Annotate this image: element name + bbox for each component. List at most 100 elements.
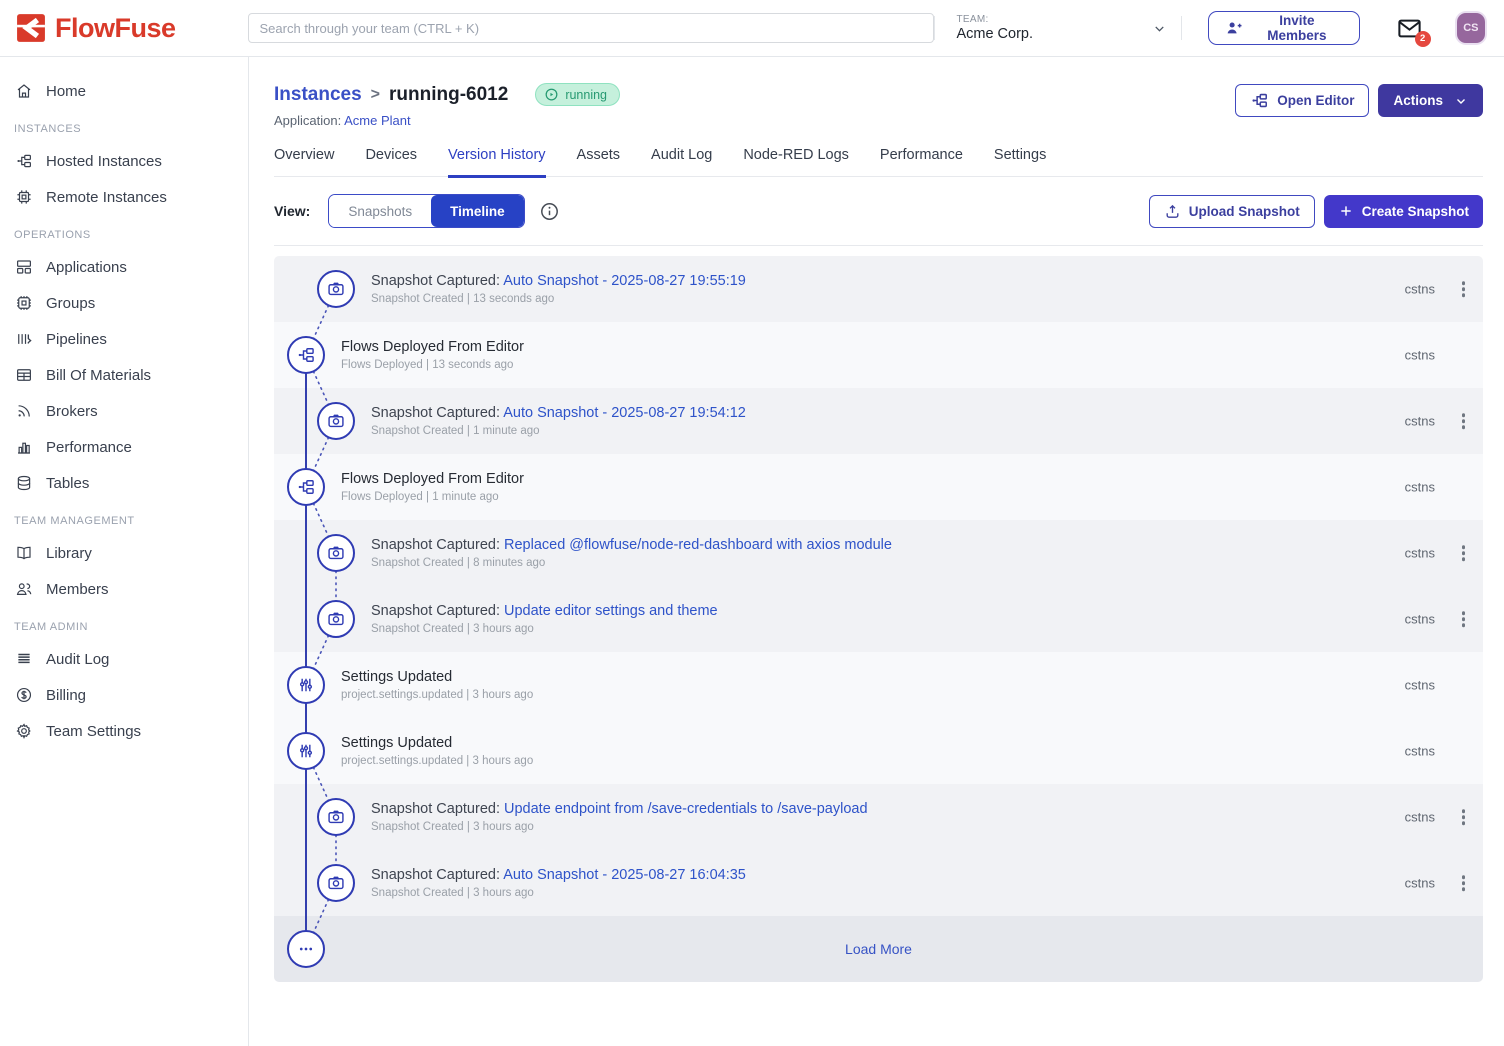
tab-performance[interactable]: Performance [880,147,963,178]
sidebar-section-header: TEAM MANAGEMENT [0,501,248,535]
tab-assets[interactable]: Assets [577,147,621,178]
timeline-load-more-row: Load More [274,916,1483,982]
snapshot-link[interactable]: Auto Snapshot - 2025-08-27 19:54:12 [503,405,746,421]
tab-devices[interactable]: Devices [365,147,417,178]
ellipsis-icon [287,930,325,968]
sidebar-item-label: Members [46,581,109,598]
sidebar-item-label: Bill Of Materials [46,367,151,384]
timeline-row-subtext: Snapshot Created | 3 hours ago [371,887,1483,899]
kebab-menu-icon[interactable] [1458,871,1470,895]
snapshot-link[interactable]: Update editor settings and theme [504,603,718,619]
create-snapshot-button[interactable]: Create Snapshot [1324,195,1483,228]
sidebar-section-header: TEAM ADMIN [0,607,248,641]
snapshot-captured-prefix: Snapshot Captured: [371,603,504,619]
upload-snapshot-button[interactable]: Upload Snapshot [1149,195,1315,228]
sidebar-item-home[interactable]: Home [0,73,248,109]
sidebar-item-label: Billing [46,687,86,704]
kebab-menu-icon[interactable] [1458,541,1470,565]
view-bar: View: SnapshotsTimeline Upload Snapshot … [274,177,1483,246]
avatar[interactable]: CS [1457,13,1485,43]
sidebar-item-bill-of-materials[interactable]: Bill Of Materials [0,357,248,393]
open-editor-button[interactable]: Open Editor [1235,84,1369,117]
timeline-row: Snapshot Captured: Update endpoint from … [274,784,1483,850]
camera-icon [317,534,355,572]
camera-icon [317,798,355,836]
snapshot-captured-prefix: Snapshot Captured: [371,273,503,289]
info-icon[interactable] [539,201,560,222]
snapshot-link[interactable]: Update endpoint from /save-credentials t… [504,801,868,817]
sidebar-item-applications[interactable]: Applications [0,249,248,285]
snapshot-captured-prefix: Snapshot Captured: [371,867,503,883]
breadcrumb-instances-link[interactable]: Instances [274,84,362,106]
row-user: cstns [1405,414,1435,429]
timeline-row-title: Settings Updated [341,735,1483,751]
row-user: cstns [1405,810,1435,825]
tab-node-red-logs[interactable]: Node-RED Logs [743,147,849,178]
timeline-row-subtext: Snapshot Created | 3 hours ago [371,623,1483,635]
instance-tabs: Overview Devices Version History Assets Audi… [274,147,1483,177]
view-toggle-timeline[interactable]: Timeline [431,195,524,227]
notifications-mail-icon[interactable]: 2 [1396,15,1423,42]
view-label: View: [274,203,310,219]
snapshot-link[interactable]: Replaced @flowfuse/node-red-dashboard wi… [504,537,892,553]
timeline-row-subtext: Snapshot Created | 1 minute ago [371,425,1483,437]
timeline-row: Flows Deployed From EditorFlows Deployed… [274,322,1483,388]
search-input[interactable] [248,13,934,43]
tab-audit-log[interactable]: Audit Log [651,147,712,178]
sidebar-item-label: Performance [46,439,132,456]
kebab-menu-icon[interactable] [1458,607,1470,631]
kebab-menu-icon[interactable] [1458,805,1470,829]
view-toggle: SnapshotsTimeline [328,194,524,228]
sidebar-section-header: OPERATIONS [0,215,248,249]
sidebar-item-label: Brokers [46,403,98,420]
sidebar-item-brokers[interactable]: Brokers [0,393,248,429]
chevron-down-icon[interactable] [1152,21,1167,36]
page-title: running-6012 [389,84,508,106]
actions-button[interactable]: Actions [1378,84,1483,117]
sidebar-item-audit-log[interactable]: Audit Log [0,641,248,677]
kebab-menu-icon[interactable] [1458,277,1470,301]
brand-name: FlowFuse [55,13,176,44]
team-selector[interactable]: TEAM: Acme Corp. [946,14,1181,42]
load-more-link[interactable]: Load More [845,941,912,957]
row-user: cstns [1405,876,1435,891]
pipelines-icon [15,330,33,348]
sidebar-item-team-settings[interactable]: Team Settings [0,713,248,749]
sidebar-item-label: Groups [46,295,95,312]
running-status-icon [544,87,559,102]
sidebar-item-members[interactable]: Members [0,571,248,607]
invite-members-label: Invite Members [1251,13,1343,43]
sidebar-item-billing[interactable]: Billing [0,677,248,713]
timeline-row: Snapshot Captured: Replaced @flowfuse/no… [274,520,1483,586]
row-user: cstns [1405,612,1435,627]
sidebar-item-label: Tables [46,475,89,492]
upload-snapshot-label: Upload Snapshot [1189,204,1300,219]
kebab-menu-icon[interactable] [1458,409,1470,433]
sidebar-item-label: Home [46,83,86,100]
application-link[interactable]: Acme Plant [344,113,410,128]
divider [934,16,935,40]
top-bar: FlowFuse TEAM: Acme Corp. Invite Members… [0,0,1504,57]
status-badge: running [535,83,620,106]
invite-members-button[interactable]: Invite Members [1208,11,1360,45]
sidebar-section-header: INSTANCES [0,109,248,143]
performance-icon [15,438,33,456]
sidebar-item-remote-instances[interactable]: Remote Instances [0,179,248,215]
view-toggle-snapshots[interactable]: Snapshots [329,195,431,227]
sidebar-item-performance[interactable]: Performance [0,429,248,465]
upload-icon [1164,203,1181,220]
settings-event-icon [287,732,325,770]
sidebar-item-groups[interactable]: Groups [0,285,248,321]
timeline-row-title: Snapshot Captured: Update endpoint from … [371,801,1483,817]
tab-overview[interactable]: Overview [274,147,334,178]
sidebar-item-tables[interactable]: Tables [0,465,248,501]
tab-version-history[interactable]: Version History [448,147,546,178]
timeline-row-subtext: Snapshot Created | 13 seconds ago [371,293,1483,305]
snapshot-link[interactable]: Auto Snapshot - 2025-08-27 16:04:35 [503,867,746,883]
sidebar-item-library[interactable]: Library [0,535,248,571]
timeline-row-title: Snapshot Captured: Update editor setting… [371,603,1483,619]
sidebar-item-pipelines[interactable]: Pipelines [0,321,248,357]
sidebar-item-hosted-instances[interactable]: Hosted Instances [0,143,248,179]
tab-settings[interactable]: Settings [994,147,1046,178]
snapshot-link[interactable]: Auto Snapshot - 2025-08-27 19:55:19 [503,273,746,289]
